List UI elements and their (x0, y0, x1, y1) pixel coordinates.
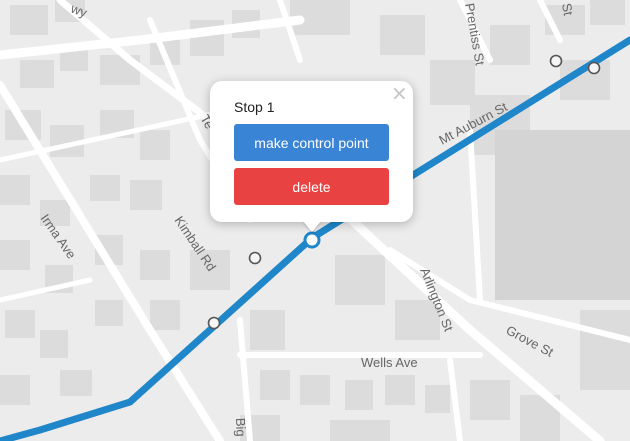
stop-popup: × Stop 1 make control point delete (210, 81, 413, 222)
delete-button[interactable]: delete (234, 168, 389, 205)
street-label-wells: Wells Ave (361, 355, 418, 370)
popup-pointer (303, 221, 321, 232)
stop-marker[interactable] (587, 61, 601, 75)
close-icon[interactable]: × (391, 83, 408, 103)
stop-marker[interactable] (549, 54, 563, 68)
make-control-point-button[interactable]: make control point (234, 124, 389, 161)
selected-stop-marker[interactable] (303, 231, 321, 249)
stop-marker[interactable] (207, 316, 221, 330)
popup-title: Stop 1 (234, 99, 275, 115)
street-label-big: Big (233, 418, 249, 437)
stop-marker[interactable] (248, 251, 262, 265)
